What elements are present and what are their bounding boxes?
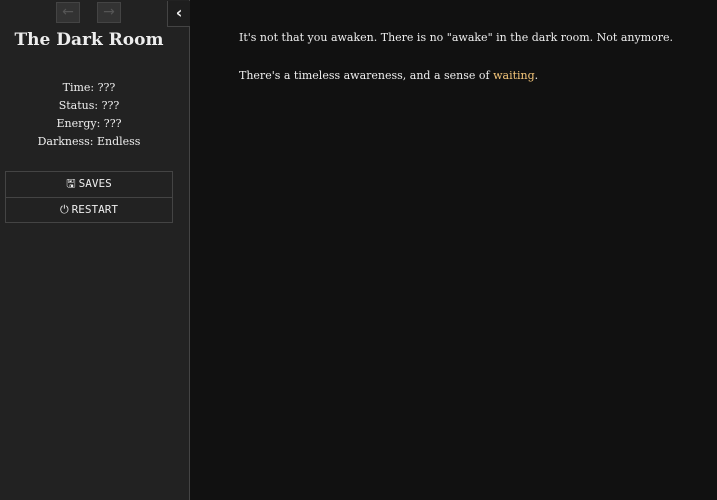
power-icon: ⏻ bbox=[59, 203, 69, 216]
passage-line-1: It's not that you awaken. There is no "a… bbox=[239, 31, 674, 44]
saves-button[interactable]: 🖫 SAVES bbox=[6, 172, 172, 197]
history-back-button[interactable]: ← bbox=[56, 2, 80, 23]
passage: It's not that you awaken. There is no "a… bbox=[239, 31, 709, 107]
sidebar-toggle-button[interactable]: ‹ bbox=[167, 1, 190, 27]
passage-line-2: There's a timeless awareness, and a sens… bbox=[239, 69, 709, 83]
story-title: The Dark Room bbox=[14, 30, 164, 50]
passage-punctuation: . bbox=[534, 69, 539, 82]
sidebar: ← → ‹ The Dark Room Time: ??? Status: ??… bbox=[0, 0, 190, 500]
stat-darkness: Darkness: Endless bbox=[37, 135, 141, 148]
stat-status: Status: ??? bbox=[58, 99, 120, 112]
saves-label: SAVES bbox=[78, 177, 112, 190]
stat-energy: Energy: ??? bbox=[56, 117, 122, 130]
waiting-link[interactable]: waiting bbox=[493, 69, 535, 82]
arrow-left-icon: ← bbox=[62, 4, 74, 20]
stat-time: Time: ??? bbox=[62, 81, 116, 94]
stats-panel: Time: ??? Status: ??? Energy: ??? Darkne… bbox=[0, 79, 178, 151]
restart-button[interactable]: ⏻ RESTART bbox=[6, 197, 172, 222]
passage-text: There's a timeless awareness, and a sens… bbox=[239, 69, 494, 82]
restart-label: RESTART bbox=[71, 203, 119, 216]
history-forward-button[interactable]: → bbox=[97, 2, 121, 23]
story-menu: 🖫 SAVES ⏻ RESTART bbox=[5, 171, 173, 223]
floppy-disk-icon: 🖫 bbox=[66, 177, 76, 190]
chevron-left-icon: ‹ bbox=[175, 3, 183, 22]
arrow-right-icon: → bbox=[103, 4, 115, 20]
